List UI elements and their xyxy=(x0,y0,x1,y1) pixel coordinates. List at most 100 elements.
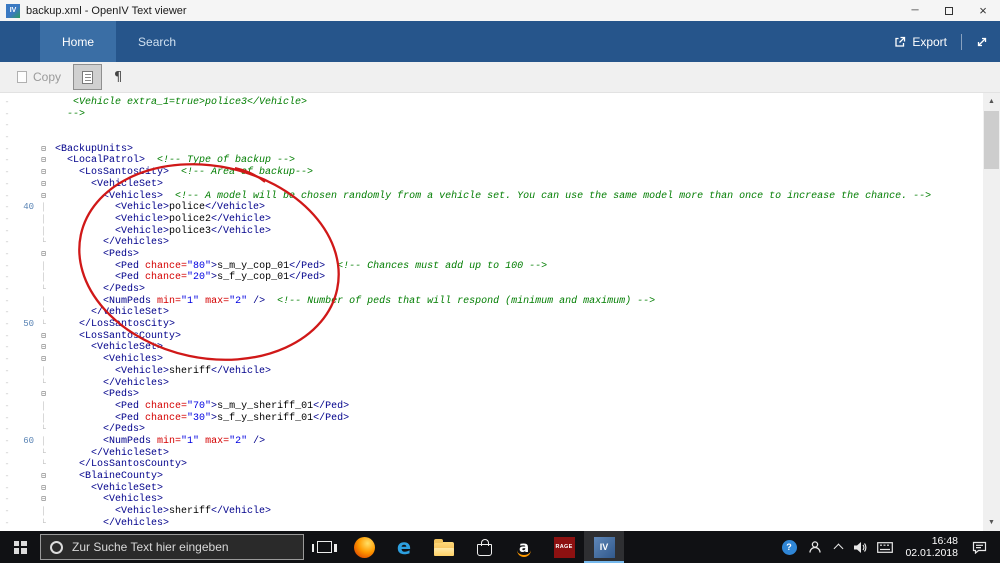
fold-guide xyxy=(36,109,51,121)
code-line: - ⊟ <LocalPatrol> <!-- Type of backup --> xyxy=(0,155,983,167)
fold-guide xyxy=(36,132,51,144)
line-number xyxy=(14,471,36,483)
margin-dash: - xyxy=(4,214,10,224)
code-text: </LosSantosCounty> xyxy=(55,459,188,471)
code-text: <Ped chance="80">s_m_y_cop_01</Ped> <!--… xyxy=(55,260,548,272)
line-number xyxy=(14,249,36,261)
fold-toggle-icon[interactable]: ⊟ xyxy=(36,342,51,354)
show-hidden-icons-button[interactable] xyxy=(828,542,848,554)
fold-toggle-icon[interactable]: ⊟ xyxy=(36,144,51,156)
taskbar-explorer-button[interactable] xyxy=(424,531,464,563)
code-line: - │ <Ped chance="30">s_f_y_sheriff_01</Pe… xyxy=(0,413,983,425)
export-button[interactable]: Export xyxy=(894,35,947,49)
code-text: <LocalPatrol> <!-- Type of backup --> xyxy=(55,155,296,167)
margin-dash: - xyxy=(4,273,10,283)
line-number xyxy=(14,109,36,121)
margin-dash: - xyxy=(4,179,10,189)
copy-button[interactable]: Copy xyxy=(8,64,70,90)
scroll-down-icon[interactable]: ▼ xyxy=(983,514,1000,531)
volume-tray-button[interactable] xyxy=(848,541,872,554)
vertical-scrollbar[interactable]: ▲ ▼ xyxy=(983,93,1000,531)
tab-search[interactable]: Search xyxy=(116,21,198,62)
margin-dash: - xyxy=(4,98,10,107)
export-label: Export xyxy=(912,34,947,49)
tab-home[interactable]: Home xyxy=(40,21,117,62)
start-button[interactable] xyxy=(0,531,40,563)
code-line: - ⊟ <VehicleSet> xyxy=(0,483,983,495)
people-tray-button[interactable] xyxy=(802,540,828,554)
code-text: </VehicleSet> xyxy=(55,447,170,459)
code-text: <BackupUnits> xyxy=(55,143,134,155)
line-number xyxy=(14,155,36,167)
fold-toggle-icon[interactable]: ⊟ xyxy=(36,191,51,203)
fold-guide: │ xyxy=(41,401,46,411)
margin-dash: - xyxy=(4,507,10,517)
taskbar-openiv-button[interactable]: IV xyxy=(584,531,624,563)
expand-icon xyxy=(977,37,987,46)
show-paragraph-marks-button[interactable]: ¶ xyxy=(105,64,131,90)
copy-icon xyxy=(17,68,32,83)
fold-toggle-icon[interactable]: ⊟ xyxy=(36,483,51,495)
fold-guide: │ xyxy=(41,273,46,283)
code-text: <Ped chance="70">s_m_y_sheriff_01</Ped> xyxy=(55,400,350,412)
fold-toggle-icon[interactable]: ⊟ xyxy=(36,354,51,366)
fold-guide: │ xyxy=(41,507,46,517)
keyboard-tray-button[interactable] xyxy=(872,541,898,553)
code-line: - ⊟ <BlaineCounty> xyxy=(0,471,983,483)
code-line: - │ <Vehicle>sheriff</Vehicle> xyxy=(0,366,983,378)
margin-dash: - xyxy=(4,156,10,166)
code-text: </Peds> xyxy=(55,284,146,295)
taskbar-rage-button[interactable]: RAGE xyxy=(544,531,584,563)
taskbar-store-button[interactable] xyxy=(464,531,504,563)
expand-ribbon-button[interactable] xyxy=(976,36,988,48)
taskbar-amazon-button[interactable]: a xyxy=(504,531,544,563)
fold-guide: └ xyxy=(41,378,46,388)
fold-guide: │ xyxy=(41,226,46,236)
fold-toggle-icon[interactable]: ⊟ xyxy=(36,389,51,401)
code-text: <LosSantosCounty> xyxy=(55,330,182,342)
fold-toggle-icon[interactable]: ⊟ xyxy=(36,167,51,179)
code-text: <Ped chance="30">s_f_y_sheriff_01</Ped> xyxy=(55,412,350,424)
code-text: <Ped chance="20">s_f_y_cop_01</Ped> xyxy=(55,272,326,284)
fold-toggle-icon[interactable]: ⊟ xyxy=(36,471,51,483)
action-center-button[interactable] xyxy=(962,541,996,554)
fold-toggle-icon[interactable]: ⊟ xyxy=(36,331,51,343)
code-text: </LosSantosCity> xyxy=(55,319,176,331)
code-line: - ⊟ <BackupUnits> xyxy=(0,144,983,156)
cortana-icon xyxy=(50,540,63,554)
clock-date: 02.01.2018 xyxy=(905,547,958,559)
fold-guide: │ xyxy=(41,203,46,213)
fold-toggle-icon[interactable]: ⊟ xyxy=(36,249,51,261)
fold-toggle-icon[interactable]: ⊟ xyxy=(36,155,51,167)
fold-guide: └ xyxy=(41,518,46,528)
minimize-button[interactable]: ─ xyxy=(898,0,932,21)
fold-toggle-icon[interactable]: ⊟ xyxy=(36,179,51,191)
line-number xyxy=(14,296,36,308)
line-number xyxy=(14,448,36,460)
code-lines[interactable]: - <Vehicle extra_1=true>police3</Vehicle… xyxy=(0,93,983,531)
taskbar-clock[interactable]: 16:48 02.01.2018 xyxy=(898,535,962,559)
code-line: - ⊟ <Peds> xyxy=(0,389,983,401)
openiv-icon: IV xyxy=(593,536,615,558)
code-text: <NumPeds min="1" max="2" /> xyxy=(55,435,266,447)
word-wrap-button[interactable] xyxy=(73,64,103,90)
scroll-up-icon[interactable]: ▲ xyxy=(983,93,1000,110)
openiv-window: IV backup.xml - OpenIV Text viewer ─ × H… xyxy=(0,0,1000,563)
taskbar-edge-button[interactable]: e xyxy=(384,531,424,563)
code-text: <Vehicles> xyxy=(55,354,164,366)
close-button[interactable]: × xyxy=(966,0,1000,21)
copy-label: Copy xyxy=(33,70,62,84)
firefox-icon xyxy=(353,536,375,558)
ribbon-tabs: Home Search xyxy=(40,21,198,62)
code-line: - └ </VehicleSet> xyxy=(0,307,983,319)
code-line: - 40 │ <Vehicle>police</Vehicle> xyxy=(0,202,983,214)
taskbar-firefox-button[interactable] xyxy=(344,531,384,563)
code-text: <VehicleSet> xyxy=(55,342,164,354)
taskbar-task-view-button[interactable] xyxy=(304,531,344,563)
code-line: - └ </Peds> xyxy=(0,284,983,296)
help-tray-button[interactable]: ? xyxy=(776,539,802,555)
fold-toggle-icon[interactable]: ⊟ xyxy=(36,494,51,506)
taskbar-search-box[interactable]: Zur Suche Text hier eingeben xyxy=(40,534,304,560)
maximize-button[interactable] xyxy=(932,0,966,21)
scrollbar-thumb[interactable] xyxy=(984,111,999,169)
